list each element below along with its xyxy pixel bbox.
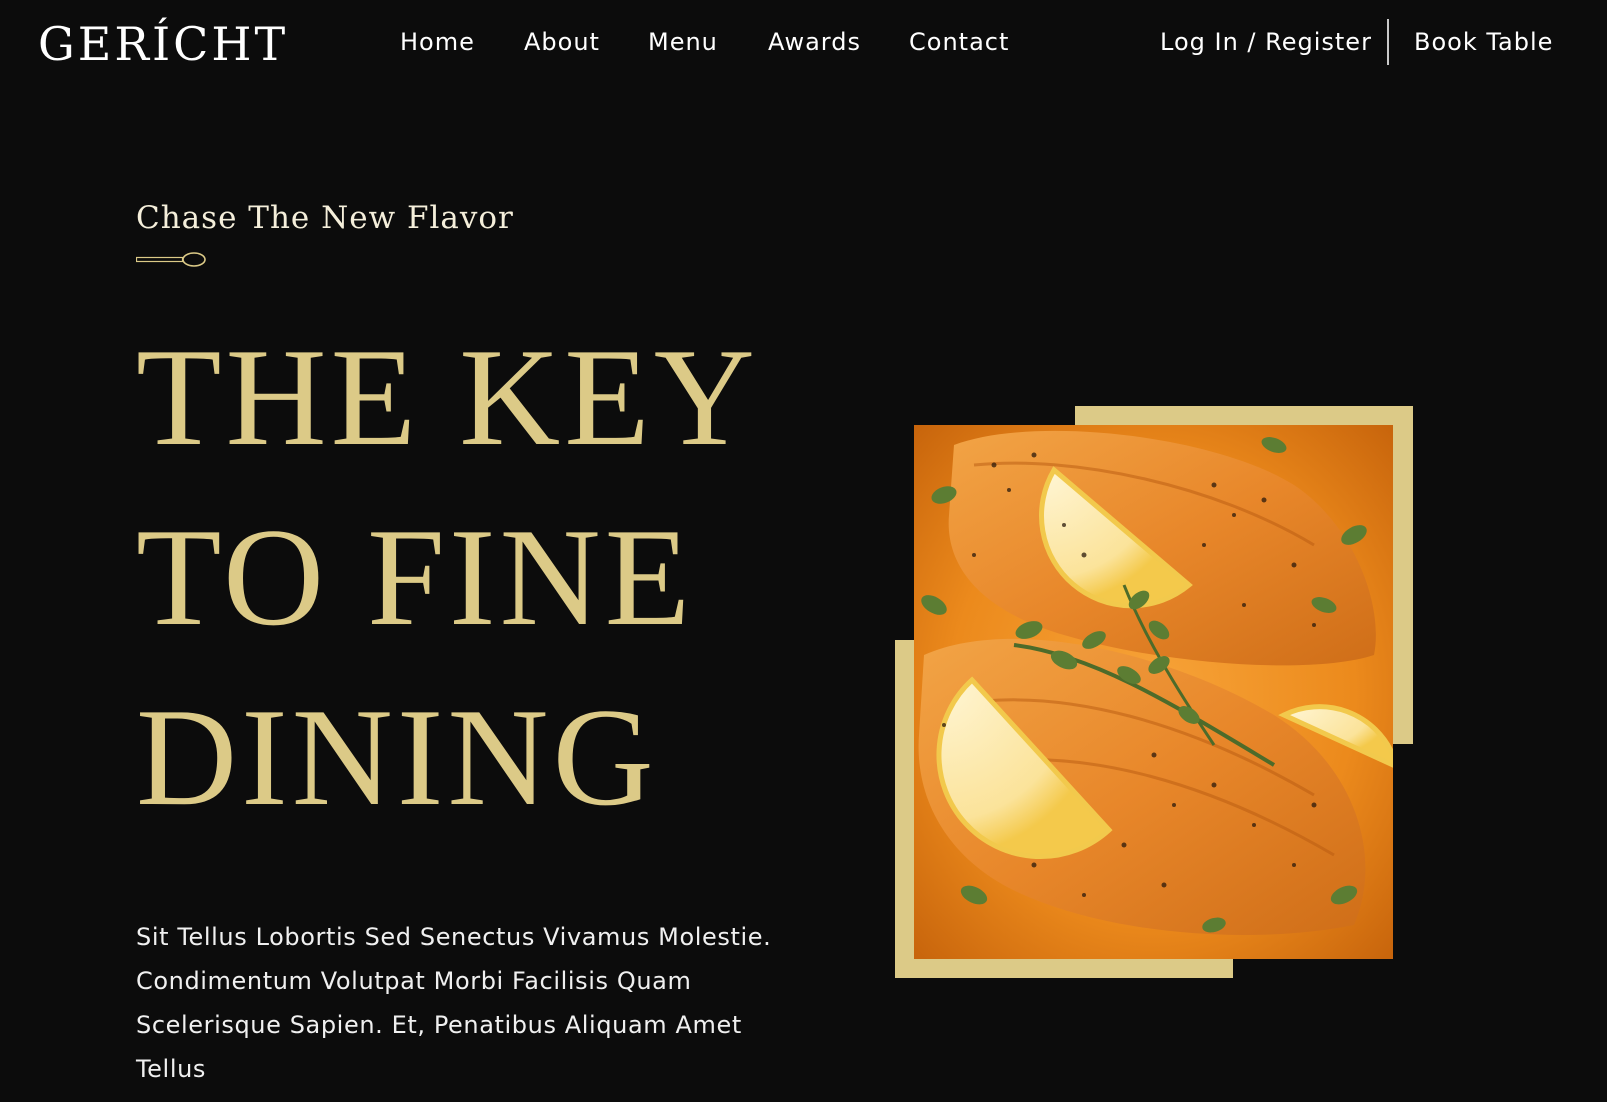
hero-headline: THE KEY TO FINE DINING	[136, 308, 836, 848]
spoon-icon	[136, 252, 206, 267]
nav-link-home[interactable]: Home	[400, 26, 475, 58]
nav-divider	[1387, 19, 1389, 65]
login-register-link[interactable]: Log In / Register	[1160, 26, 1372, 58]
hero-subtitle: Chase The New Flavor	[136, 200, 514, 236]
headline-line-2: TO FINE	[136, 500, 695, 655]
hero-description: Sit Tellus Lobortis Sed Senectus Vivamus…	[136, 923, 772, 1083]
headline-line-3: DINING	[136, 680, 658, 835]
nav-link-menu[interactable]: Menu	[648, 26, 718, 58]
nav-link-contact[interactable]: Contact	[909, 26, 1009, 58]
headline-line-1: THE KEY	[136, 320, 759, 475]
navbar: GERÍCHT Home About Menu Awards Contact L…	[0, 0, 1607, 88]
nav-link-awards[interactable]: Awards	[768, 26, 861, 58]
book-table-link[interactable]: Book Table	[1414, 26, 1553, 58]
salmon-dish-image	[914, 425, 1393, 959]
nav-link-about[interactable]: About	[524, 26, 600, 58]
